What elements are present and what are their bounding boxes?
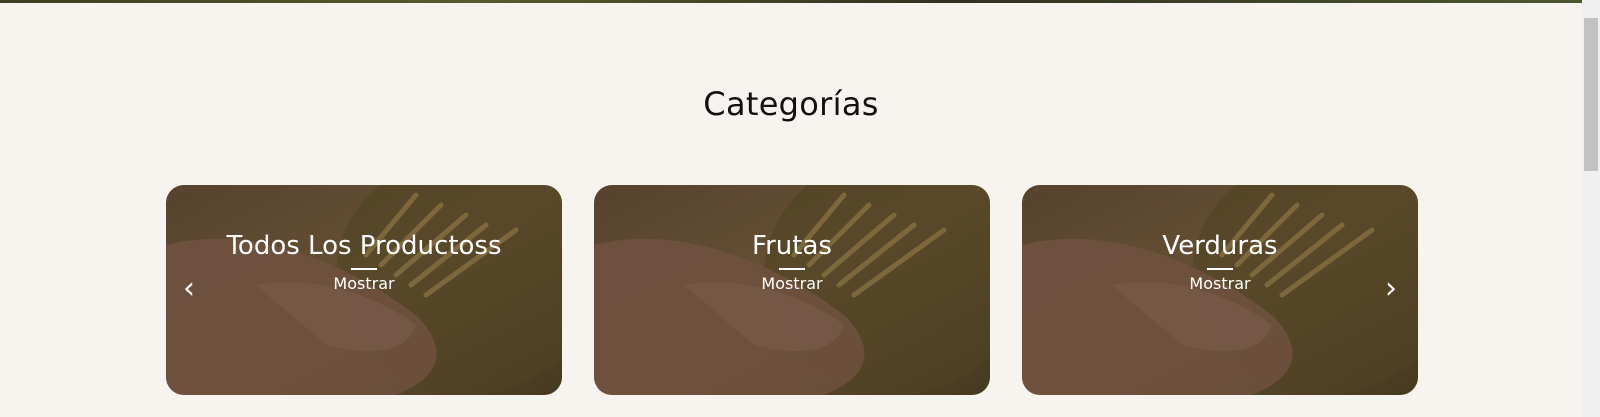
- card-content: Todos Los Productoss Mostrar: [166, 229, 562, 294]
- title-divider: [779, 268, 805, 270]
- card-content: Frutas Mostrar: [594, 229, 990, 294]
- section-title: Categorías: [703, 85, 879, 123]
- category-name: Verduras: [1162, 231, 1278, 261]
- title-divider: [351, 268, 377, 270]
- category-name: Frutas: [752, 231, 832, 261]
- page-scrollbar[interactable]: [1582, 0, 1600, 417]
- category-card-vegetables[interactable]: Verduras Mostrar: [1022, 185, 1418, 395]
- carousel-next-button[interactable]: ›: [1376, 269, 1406, 309]
- categories-carousel: Todos Los Productoss Mostrar Frutas Most…: [166, 185, 1418, 395]
- category-card-all-products[interactable]: Todos Los Productoss Mostrar: [166, 185, 562, 395]
- card-content: Verduras Mostrar: [1022, 229, 1418, 294]
- show-link[interactable]: Mostrar: [761, 274, 822, 294]
- show-link[interactable]: Mostrar: [333, 274, 394, 294]
- title-divider: [1207, 268, 1233, 270]
- scrollbar-thumb[interactable]: [1584, 18, 1598, 171]
- category-name: Todos Los Productoss: [226, 231, 502, 261]
- categories-section: Categorías Todos Los Productoss Mostrar …: [0, 3, 1582, 417]
- carousel-prev-button[interactable]: ‹: [174, 269, 204, 309]
- chevron-left-icon: ‹: [183, 271, 195, 306]
- category-card-fruits[interactable]: Frutas Mostrar: [594, 185, 990, 395]
- show-link[interactable]: Mostrar: [1189, 274, 1250, 294]
- chevron-right-icon: ›: [1385, 271, 1397, 306]
